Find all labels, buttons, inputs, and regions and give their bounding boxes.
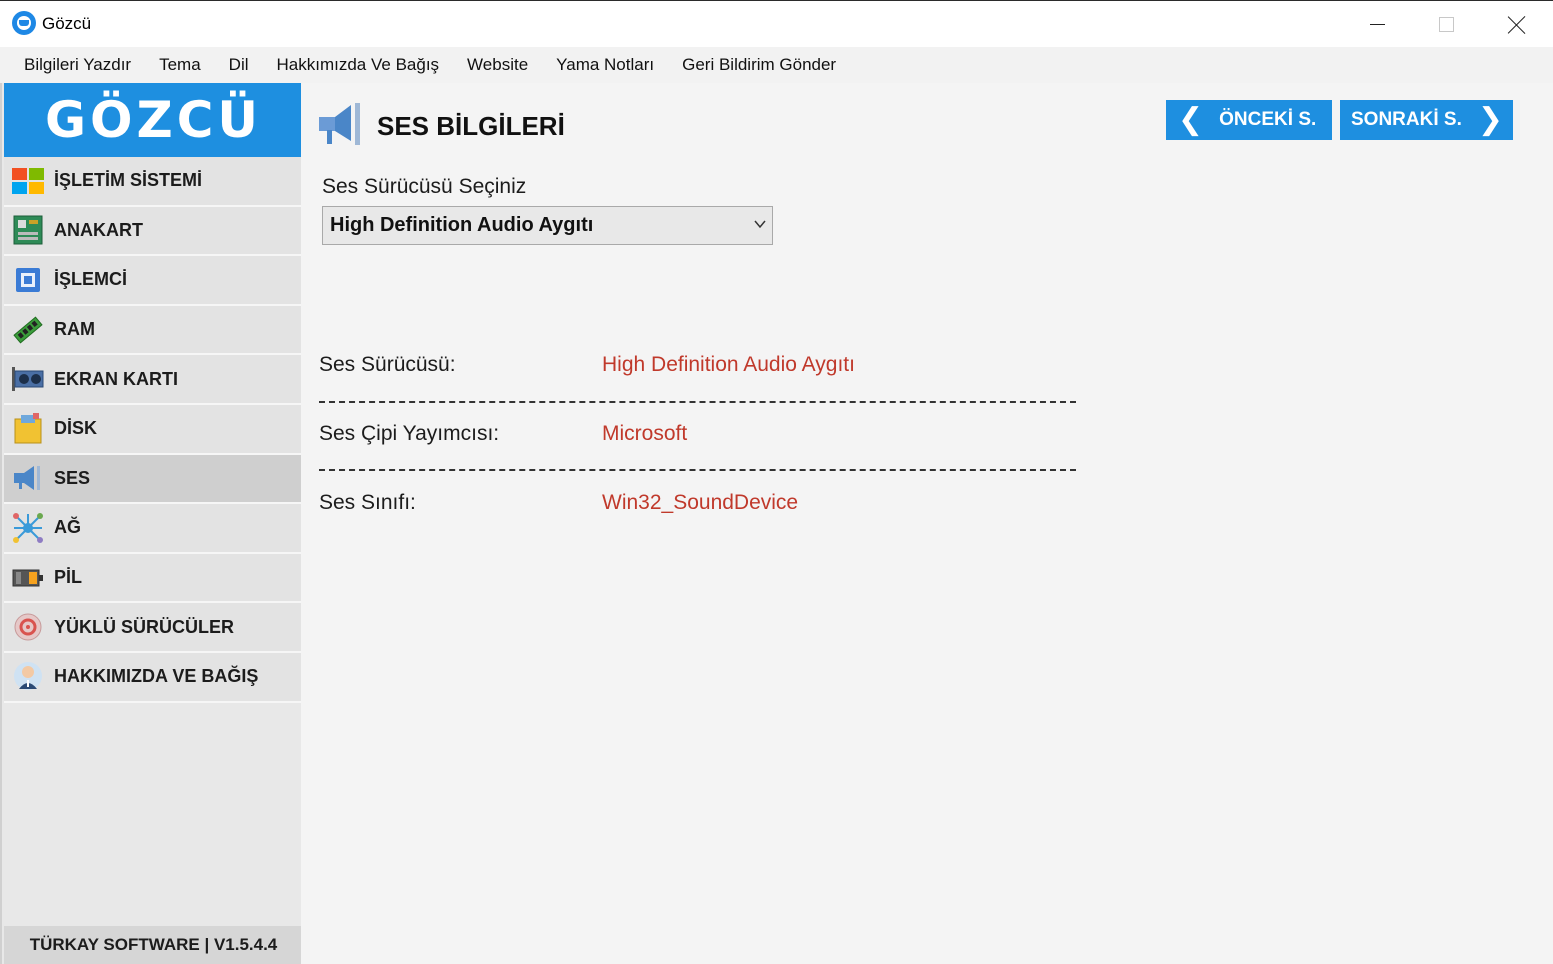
separator <box>319 401 1076 403</box>
sound-class-value: Win32_SoundDevice <box>602 491 799 514</box>
sidebar-item-motherboard[interactable]: ANAKART <box>4 206 303 257</box>
window-title: Gözcü <box>42 14 92 33</box>
chevron-right-icon: ❯ <box>1477 103 1503 136</box>
page-title: SES BİLGİLERİ <box>377 111 565 141</box>
main-panel: SES BİLGİLERİ ❮ ÖNCEKİ S. SONRAKİ S. ❯ S… <box>301 83 1553 964</box>
ram-icon <box>12 314 44 346</box>
gpu-icon <box>12 363 44 395</box>
brand-logo-text: GÖZCÜ <box>44 91 263 149</box>
driver-label: Ses Sürücüsü: <box>319 353 456 376</box>
sidebar-nav: İŞLETİM SİSTEMİ ANAKART İŞLEMCİ RAM EKRA… <box>4 157 303 703</box>
sidebar-item-label: EKRAN KARTI <box>54 368 178 389</box>
minimize-icon <box>1370 24 1385 25</box>
user-icon <box>12 661 44 693</box>
sidebar-item-label: SES <box>54 467 91 488</box>
version-footer: TÜRKAY SOFTWARE | V1.5.4.4 <box>4 926 303 964</box>
next-page-button[interactable]: SONRAKİ S. ❯ <box>1340 100 1513 140</box>
sidebar-item-label: ANAKART <box>54 219 143 240</box>
sidebar-item-label: DİSK <box>54 418 98 439</box>
cpu-icon <box>12 264 44 296</box>
driver-select[interactable]: High Definition Audio Aygıtı <box>322 206 773 245</box>
previous-page-button[interactable]: ❮ ÖNCEKİ S. <box>1166 100 1332 140</box>
menu-language[interactable]: Dil <box>215 47 263 83</box>
sidebar-item-ram[interactable]: RAM <box>4 305 303 356</box>
chip-vendor-value: Microsoft <box>602 422 688 445</box>
driver-select-label: Ses Sürücüsü Seçiniz <box>322 175 527 198</box>
sidebar-item-label: PİL <box>54 567 83 588</box>
sidebar-item-battery[interactable]: PİL <box>4 553 303 604</box>
page-header: SES BİLGİLERİ <box>317 99 565 154</box>
app-logo-icon <box>12 11 36 35</box>
sidebar-item-label: YÜKLÜ SÜRÜCÜLER <box>54 616 234 637</box>
close-button[interactable] <box>1482 1 1551 48</box>
speaker-icon <box>12 462 44 494</box>
drivers-icon <box>12 611 44 643</box>
driver-value: High Definition Audio Aygıtı <box>602 353 855 376</box>
sidebar-item-os[interactable]: İŞLETİM SİSTEMİ <box>4 157 303 207</box>
sidebar-item-disk[interactable]: DİSK <box>4 404 303 455</box>
driver-select-value: High Definition Audio Aygıtı <box>330 214 594 236</box>
sidebar-item-label: İŞLETİM SİSTEMİ <box>54 170 203 191</box>
brand-logo: GÖZCÜ <box>4 83 303 157</box>
sidebar-item-drivers[interactable]: YÜKLÜ SÜRÜCÜLER <box>4 603 303 653</box>
maximize-icon <box>1439 17 1454 32</box>
chevron-left-icon: ❮ <box>1178 103 1204 136</box>
menu-website[interactable]: Website <box>453 47 542 83</box>
menu-theme[interactable]: Tema <box>145 47 215 83</box>
close-icon <box>1508 16 1526 34</box>
sidebar-item-label: RAM <box>54 319 95 340</box>
sound-class-label: Ses Sınıfı: <box>319 491 416 514</box>
network-icon <box>12 512 44 544</box>
title-bar: Gözcü <box>0 0 1553 47</box>
maximize-button[interactable] <box>1412 1 1481 48</box>
motherboard-icon <box>12 214 44 246</box>
minimize-button[interactable] <box>1343 1 1412 48</box>
previous-page-label: ÖNCEKİ S. <box>1219 109 1317 130</box>
battery-icon <box>12 562 44 594</box>
sidebar-item-network[interactable]: AĞ <box>4 504 303 554</box>
separator <box>319 469 1076 471</box>
chevron-down-icon <box>754 220 766 229</box>
next-page-label: SONRAKİ S. <box>1351 109 1462 130</box>
speaker-icon <box>317 99 365 154</box>
sidebar-item-sound[interactable]: SES <box>4 454 303 505</box>
chip-vendor-label: Ses Çipi Yayımcısı: <box>319 422 500 445</box>
sidebar-item-label: AĞ <box>54 517 81 538</box>
menu-send-feedback[interactable]: Geri Bildirim Gönder <box>668 47 850 83</box>
menu-patch-notes[interactable]: Yama Notları <box>542 47 668 83</box>
sidebar-item-label: HAKKIMIZDA VE BAĞIŞ <box>54 666 259 687</box>
sidebar-item-cpu[interactable]: İŞLEMCİ <box>4 256 303 306</box>
menu-bar: Bilgileri Yazdır Tema Dil Hakkımızda Ve … <box>0 47 1553 83</box>
menu-about-donate[interactable]: Hakkımızda Ve Bağış <box>263 47 454 83</box>
menu-print-info[interactable]: Bilgileri Yazdır <box>10 47 145 83</box>
windows-icon <box>12 165 44 197</box>
sidebar-item-label: İŞLEMCİ <box>54 269 128 290</box>
sidebar-item-gpu[interactable]: EKRAN KARTI <box>4 355 303 405</box>
disk-icon <box>12 412 44 445</box>
sidebar: GÖZCÜ İŞLETİM SİSTEMİ ANAKART İŞLEMCİ RA… <box>0 83 303 964</box>
sidebar-item-about[interactable]: HAKKIMIZDA VE BAĞIŞ <box>4 652 303 703</box>
